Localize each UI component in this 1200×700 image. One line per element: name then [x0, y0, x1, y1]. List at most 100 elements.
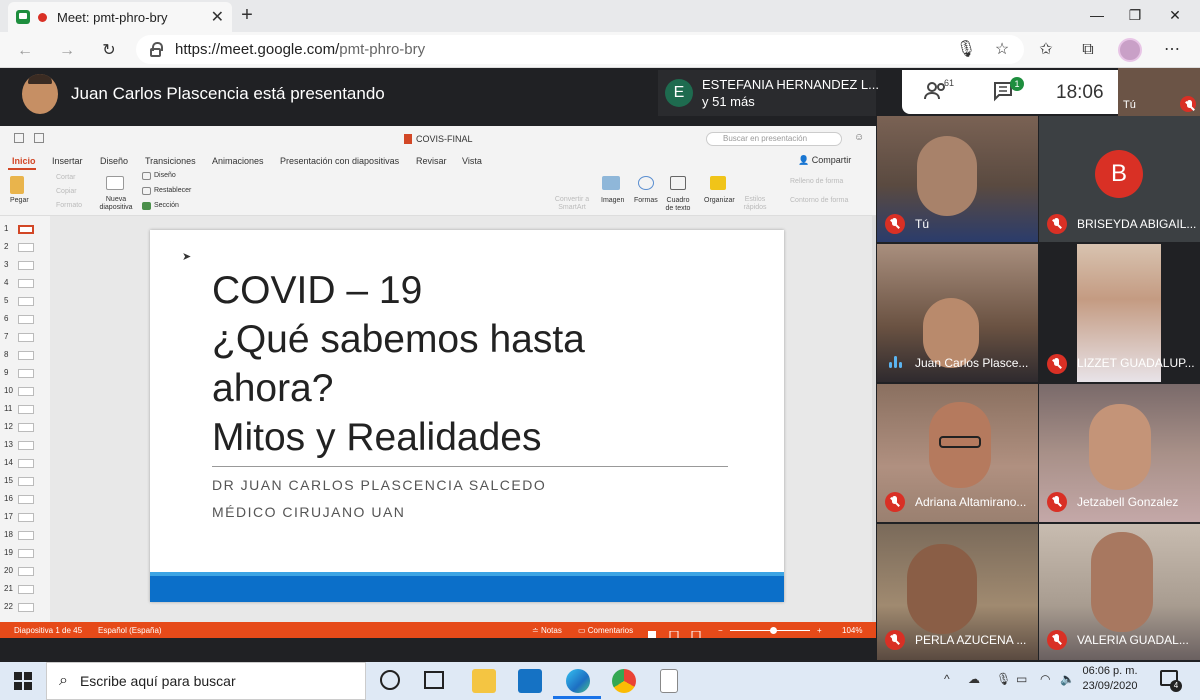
forward-icon[interactable]: →: [56, 40, 78, 62]
ppt-search-field: Buscar en presentación: [706, 132, 842, 146]
back-icon[interactable]: ←: [14, 40, 36, 62]
thumbnail-number: 21: [4, 584, 13, 593]
cortana-icon[interactable]: [380, 670, 400, 690]
ppt-scrollbar: [872, 216, 876, 622]
glasses-icon: [939, 436, 981, 448]
participant-tile[interactable]: Adriana Altamirano...: [877, 384, 1038, 522]
participant-tile[interactable]: VALERIA GUADAL...: [1039, 524, 1200, 660]
slide-thumbnail[interactable]: [18, 441, 34, 450]
participant-tile[interactable]: PERLA AZUCENA ...: [877, 524, 1038, 660]
design-label: Diseño: [154, 172, 176, 179]
reload-icon[interactable]: ↻: [98, 40, 120, 62]
slide-thumbnail[interactable]: [18, 549, 34, 558]
onedrive-icon[interactable]: ☁: [968, 672, 980, 686]
windows-start-icon[interactable]: [14, 672, 32, 695]
mic-off-icon: [1047, 354, 1067, 374]
participant-tile[interactable]: LIZZET GUADALUP...: [1039, 244, 1200, 382]
paste-label: Pegar: [10, 197, 29, 204]
share-icon: 👤: [798, 155, 810, 165]
smartart-label: Convertir a SmartArt: [554, 196, 590, 211]
slide-thumbnail[interactable]: [18, 477, 34, 486]
url-field[interactable]: https://meet.google.com/pmt-phro-bry: [136, 35, 1024, 64]
taskbar-clock[interactable]: 06:06 p. m. 23/09/2020: [1080, 665, 1140, 692]
task-view-icon[interactable]: [424, 671, 444, 689]
microphone-icon[interactable]: 🎙: [954, 38, 978, 62]
more-menu-icon[interactable]: ⋯: [1160, 38, 1184, 62]
chrome-icon[interactable]: [612, 669, 636, 693]
participant-name: Tú: [915, 217, 930, 231]
save-icon: [34, 133, 44, 143]
slide-thumbnail[interactable]: [18, 297, 34, 306]
thumbnail-number: 17: [4, 512, 13, 521]
slide-thumbnail[interactable]: [18, 351, 34, 360]
participant-name: BRISEYDA ABIGAIL...: [1077, 217, 1197, 231]
microphone-tray-icon[interactable]: 🎙: [996, 672, 1011, 686]
ppt-doc-name: COVIS-FINAL: [416, 134, 473, 144]
slide-thumbnail[interactable]: [18, 531, 34, 540]
close-tab-icon[interactable]: ✕: [211, 7, 224, 27]
mouse-cursor-icon: ➤: [182, 251, 192, 263]
collections-icon[interactable]: ⧉: [1076, 38, 1100, 62]
slide-thumbnail[interactable]: [18, 261, 34, 270]
slide-thumbnail[interactable]: [18, 387, 34, 396]
wifi-icon[interactable]: ◠: [1040, 672, 1050, 686]
slide-thumbnail[interactable]: [18, 459, 34, 468]
thumbnail-number: 6: [4, 314, 9, 323]
participant-video: [1089, 404, 1151, 490]
browser-tab[interactable]: Meet: pmt-phro-bry ✕: [8, 2, 232, 32]
textbox-label: Cuadro de texto: [665, 197, 691, 212]
slide-thumbnail[interactable]: [18, 495, 34, 504]
profile-avatar[interactable]: [1118, 38, 1142, 62]
self-mute-icon: [1180, 96, 1196, 112]
url-host: https://meet.google.com/: [175, 41, 340, 58]
meeting-clock: 18:06: [1056, 82, 1104, 103]
zoom-thumb: [770, 627, 777, 634]
status-notes-label: Notas: [540, 626, 562, 635]
participant-tile[interactable]: Jetzabell Gonzalez: [1039, 384, 1200, 522]
hidden-icons-chevron-icon[interactable]: ^: [944, 672, 950, 686]
minimize-icon[interactable]: —: [1082, 4, 1112, 26]
thumbnail-number: 2: [4, 242, 9, 251]
thumbnail-number: 16: [4, 494, 13, 503]
ribbon-tab-presentacion: Presentación con diapositivas: [280, 156, 400, 166]
active-app-indicator: [553, 696, 601, 699]
file-icon[interactable]: [660, 669, 678, 693]
slide-thumbnail[interactable]: [18, 567, 34, 576]
slide-thumbnail[interactable]: [18, 513, 34, 522]
favorite-star-icon[interactable]: ☆: [990, 38, 1014, 62]
slide-thumbnail[interactable]: [18, 369, 34, 378]
participant-tile[interactable]: Juan Carlos Plasce...: [877, 244, 1038, 382]
mail-icon[interactable]: [518, 669, 542, 693]
slide-thumbnail[interactable]: [18, 315, 34, 324]
battery-icon[interactable]: ▭: [1016, 672, 1027, 686]
tab-title: Meet: pmt-phro-bry: [57, 9, 168, 25]
slide-thumbnail[interactable]: [18, 225, 34, 234]
slide-thumbnail[interactable]: [18, 603, 34, 612]
maximize-icon[interactable]: ❐: [1120, 4, 1150, 26]
close-window-icon[interactable]: ✕: [1160, 4, 1190, 26]
participant-initial-avatar: B: [1095, 150, 1143, 198]
ribbon-tab-inicio: Inicio: [12, 156, 36, 166]
mic-off-icon: [885, 630, 905, 650]
favorites-icon[interactable]: ✩: [1034, 38, 1058, 62]
slide-thumbnail[interactable]: [18, 423, 34, 432]
participant-tile[interactable]: B BRISEYDA ABIGAIL...: [1039, 116, 1200, 242]
participant-tile[interactable]: Tú: [877, 116, 1038, 242]
mic-off-icon: [1047, 630, 1067, 650]
slide-thumbnail[interactable]: [18, 405, 34, 414]
slide-thumbnail[interactable]: [18, 279, 34, 288]
taskbar-search-field[interactable]: ⌕ Escribe aquí para buscar: [46, 662, 366, 700]
mic-off-icon: [1047, 492, 1067, 512]
edge-icon[interactable]: [566, 669, 590, 693]
chat-badge: 1: [1010, 77, 1024, 91]
new-tab-icon[interactable]: +: [236, 4, 258, 26]
slide-thumbnail[interactable]: [18, 585, 34, 594]
slide-thumbnail[interactable]: [18, 243, 34, 252]
volume-icon[interactable]: 🔈: [1060, 672, 1075, 686]
file-explorer-icon[interactable]: [472, 669, 496, 693]
mic-off-icon: [885, 492, 905, 512]
thumbnail-number: 7: [4, 332, 9, 341]
notification-count: 4: [1170, 680, 1182, 692]
slide-thumbnail[interactable]: [18, 333, 34, 342]
participant-count: 61: [944, 78, 955, 88]
